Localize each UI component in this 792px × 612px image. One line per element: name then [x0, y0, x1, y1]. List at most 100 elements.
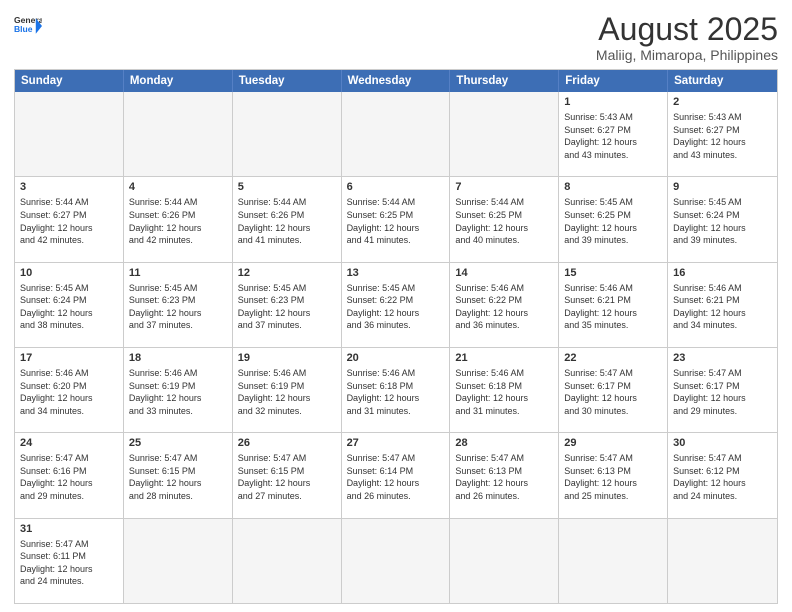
day-number: 13	[347, 266, 445, 281]
calendar-cell-empty	[559, 519, 668, 603]
day-info: Sunrise: 5:45 AM Sunset: 6:23 PM Dayligh…	[129, 282, 227, 332]
day-info: Sunrise: 5:45 AM Sunset: 6:24 PM Dayligh…	[673, 196, 772, 246]
day-number: 12	[238, 266, 336, 281]
calendar-cell-day-7: 7Sunrise: 5:44 AM Sunset: 6:25 PM Daylig…	[450, 177, 559, 261]
day-number: 4	[129, 180, 227, 195]
day-info: Sunrise: 5:46 AM Sunset: 6:19 PM Dayligh…	[238, 367, 336, 417]
calendar-row-5: 31Sunrise: 5:47 AM Sunset: 6:11 PM Dayli…	[15, 518, 777, 603]
calendar-row-3: 17Sunrise: 5:46 AM Sunset: 6:20 PM Dayli…	[15, 347, 777, 432]
day-info: Sunrise: 5:44 AM Sunset: 6:25 PM Dayligh…	[455, 196, 553, 246]
calendar-cell-day-18: 18Sunrise: 5:46 AM Sunset: 6:19 PM Dayli…	[124, 348, 233, 432]
weekday-header-wednesday: Wednesday	[342, 70, 451, 92]
calendar-cell-day-15: 15Sunrise: 5:46 AM Sunset: 6:21 PM Dayli…	[559, 263, 668, 347]
calendar-body: 1Sunrise: 5:43 AM Sunset: 6:27 PM Daylig…	[15, 92, 777, 603]
day-number: 26	[238, 436, 336, 451]
calendar-header: SundayMondayTuesdayWednesdayThursdayFrid…	[15, 70, 777, 92]
day-info: Sunrise: 5:47 AM Sunset: 6:13 PM Dayligh…	[564, 452, 662, 502]
title-block: August 2025 Maliig, Mimaropa, Philippine…	[596, 12, 778, 63]
calendar-cell-day-14: 14Sunrise: 5:46 AM Sunset: 6:22 PM Dayli…	[450, 263, 559, 347]
calendar-cell-day-11: 11Sunrise: 5:45 AM Sunset: 6:23 PM Dayli…	[124, 263, 233, 347]
weekday-header-saturday: Saturday	[668, 70, 777, 92]
day-number: 7	[455, 180, 553, 195]
calendar-cell-empty	[450, 92, 559, 176]
day-number: 17	[20, 351, 118, 366]
day-number: 8	[564, 180, 662, 195]
calendar-cell-day-10: 10Sunrise: 5:45 AM Sunset: 6:24 PM Dayli…	[15, 263, 124, 347]
calendar-subtitle: Maliig, Mimaropa, Philippines	[596, 47, 778, 63]
day-number: 10	[20, 266, 118, 281]
svg-text:Blue: Blue	[14, 24, 33, 34]
day-number: 31	[20, 522, 118, 537]
weekday-header-sunday: Sunday	[15, 70, 124, 92]
calendar-row-2: 10Sunrise: 5:45 AM Sunset: 6:24 PM Dayli…	[15, 262, 777, 347]
day-info: Sunrise: 5:46 AM Sunset: 6:22 PM Dayligh…	[455, 282, 553, 332]
day-info: Sunrise: 5:46 AM Sunset: 6:18 PM Dayligh…	[455, 367, 553, 417]
day-info: Sunrise: 5:47 AM Sunset: 6:17 PM Dayligh…	[673, 367, 772, 417]
day-number: 14	[455, 266, 553, 281]
day-number: 28	[455, 436, 553, 451]
calendar-cell-day-12: 12Sunrise: 5:45 AM Sunset: 6:23 PM Dayli…	[233, 263, 342, 347]
calendar-cell-day-26: 26Sunrise: 5:47 AM Sunset: 6:15 PM Dayli…	[233, 433, 342, 517]
day-number: 23	[673, 351, 772, 366]
day-info: Sunrise: 5:47 AM Sunset: 6:12 PM Dayligh…	[673, 452, 772, 502]
calendar-cell-day-23: 23Sunrise: 5:47 AM Sunset: 6:17 PM Dayli…	[668, 348, 777, 432]
day-info: Sunrise: 5:47 AM Sunset: 6:11 PM Dayligh…	[20, 538, 118, 588]
day-info: Sunrise: 5:44 AM Sunset: 6:27 PM Dayligh…	[20, 196, 118, 246]
page-header: General Blue August 2025 Maliig, Mimarop…	[14, 12, 778, 63]
day-number: 20	[347, 351, 445, 366]
day-info: Sunrise: 5:47 AM Sunset: 6:13 PM Dayligh…	[455, 452, 553, 502]
day-number: 9	[673, 180, 772, 195]
calendar-cell-empty	[450, 519, 559, 603]
calendar-cell-day-8: 8Sunrise: 5:45 AM Sunset: 6:25 PM Daylig…	[559, 177, 668, 261]
day-info: Sunrise: 5:47 AM Sunset: 6:17 PM Dayligh…	[564, 367, 662, 417]
calendar-cell-empty	[233, 92, 342, 176]
calendar-row-1: 3Sunrise: 5:44 AM Sunset: 6:27 PM Daylig…	[15, 176, 777, 261]
calendar-row-4: 24Sunrise: 5:47 AM Sunset: 6:16 PM Dayli…	[15, 432, 777, 517]
calendar-row-0: 1Sunrise: 5:43 AM Sunset: 6:27 PM Daylig…	[15, 92, 777, 176]
day-number: 1	[564, 95, 662, 110]
calendar-cell-empty	[342, 519, 451, 603]
calendar-cell-day-22: 22Sunrise: 5:47 AM Sunset: 6:17 PM Dayli…	[559, 348, 668, 432]
day-number: 19	[238, 351, 336, 366]
calendar-cell-empty	[668, 519, 777, 603]
day-number: 2	[673, 95, 772, 110]
day-number: 24	[20, 436, 118, 451]
day-info: Sunrise: 5:46 AM Sunset: 6:21 PM Dayligh…	[564, 282, 662, 332]
day-info: Sunrise: 5:45 AM Sunset: 6:22 PM Dayligh…	[347, 282, 445, 332]
weekday-header-tuesday: Tuesday	[233, 70, 342, 92]
day-number: 3	[20, 180, 118, 195]
calendar-cell-day-20: 20Sunrise: 5:46 AM Sunset: 6:18 PM Dayli…	[342, 348, 451, 432]
day-info: Sunrise: 5:47 AM Sunset: 6:14 PM Dayligh…	[347, 452, 445, 502]
day-info: Sunrise: 5:46 AM Sunset: 6:21 PM Dayligh…	[673, 282, 772, 332]
calendar-cell-day-25: 25Sunrise: 5:47 AM Sunset: 6:15 PM Dayli…	[124, 433, 233, 517]
generalblue-logo-icon: General Blue	[14, 12, 42, 40]
calendar-cell-day-2: 2Sunrise: 5:43 AM Sunset: 6:27 PM Daylig…	[668, 92, 777, 176]
calendar-title: August 2025	[596, 12, 778, 47]
day-info: Sunrise: 5:45 AM Sunset: 6:24 PM Dayligh…	[20, 282, 118, 332]
day-info: Sunrise: 5:43 AM Sunset: 6:27 PM Dayligh…	[673, 111, 772, 161]
day-number: 21	[455, 351, 553, 366]
day-number: 11	[129, 266, 227, 281]
day-number: 15	[564, 266, 662, 281]
calendar-cell-day-27: 27Sunrise: 5:47 AM Sunset: 6:14 PM Dayli…	[342, 433, 451, 517]
day-info: Sunrise: 5:47 AM Sunset: 6:15 PM Dayligh…	[129, 452, 227, 502]
calendar-cell-day-16: 16Sunrise: 5:46 AM Sunset: 6:21 PM Dayli…	[668, 263, 777, 347]
weekday-header-thursday: Thursday	[450, 70, 559, 92]
calendar-cell-day-19: 19Sunrise: 5:46 AM Sunset: 6:19 PM Dayli…	[233, 348, 342, 432]
calendar-cell-day-5: 5Sunrise: 5:44 AM Sunset: 6:26 PM Daylig…	[233, 177, 342, 261]
day-number: 27	[347, 436, 445, 451]
calendar: SundayMondayTuesdayWednesdayThursdayFrid…	[14, 69, 778, 604]
calendar-cell-day-4: 4Sunrise: 5:44 AM Sunset: 6:26 PM Daylig…	[124, 177, 233, 261]
day-info: Sunrise: 5:46 AM Sunset: 6:20 PM Dayligh…	[20, 367, 118, 417]
calendar-cell-day-3: 3Sunrise: 5:44 AM Sunset: 6:27 PM Daylig…	[15, 177, 124, 261]
day-info: Sunrise: 5:45 AM Sunset: 6:25 PM Dayligh…	[564, 196, 662, 246]
day-info: Sunrise: 5:43 AM Sunset: 6:27 PM Dayligh…	[564, 111, 662, 161]
calendar-cell-day-24: 24Sunrise: 5:47 AM Sunset: 6:16 PM Dayli…	[15, 433, 124, 517]
day-info: Sunrise: 5:44 AM Sunset: 6:25 PM Dayligh…	[347, 196, 445, 246]
weekday-header-monday: Monday	[124, 70, 233, 92]
calendar-cell-empty	[15, 92, 124, 176]
calendar-cell-empty	[124, 92, 233, 176]
logo: General Blue	[14, 12, 42, 40]
day-number: 30	[673, 436, 772, 451]
calendar-cell-day-31: 31Sunrise: 5:47 AM Sunset: 6:11 PM Dayli…	[15, 519, 124, 603]
